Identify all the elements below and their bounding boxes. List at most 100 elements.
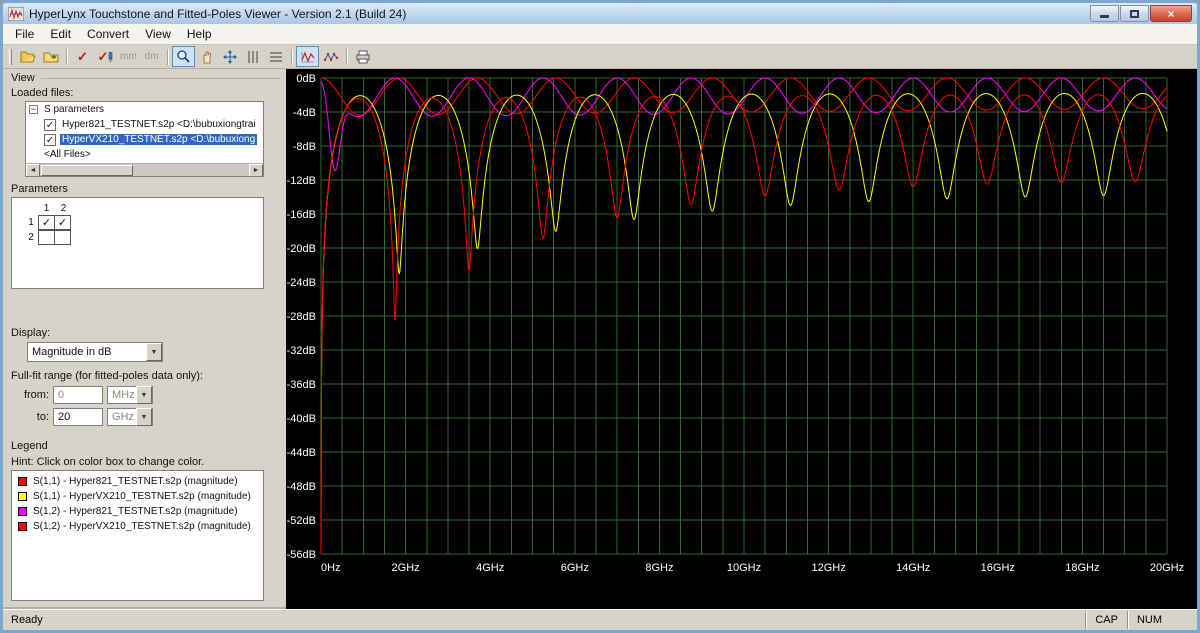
menu-file[interactable]: File: [7, 25, 42, 43]
svg-text:-36dB: -36dB: [287, 379, 316, 391]
matrix-cell-2-2[interactable]: [54, 230, 71, 245]
maximize-button[interactable]: [1120, 5, 1149, 22]
plot-canvas[interactable]: 0dB -4dB -8dB -12dB -16dB -20dB -24dB -28dB -32d…: [286, 69, 1197, 609]
menu-bar: File Edit Convert View Help: [3, 24, 1197, 45]
legend-color-swatch[interactable]: [18, 522, 27, 531]
close-icon: ×: [1167, 6, 1175, 21]
svg-text:-20dB: -20dB: [287, 243, 316, 255]
tree-horizontal-scrollbar[interactable]: ◄ ►: [26, 163, 263, 176]
plot-area[interactable]: 0dB -4dB -8dB -12dB -16dB -20dB -24dB -28dB -32d…: [286, 69, 1197, 609]
pan-button[interactable]: [195, 46, 218, 67]
print-button[interactable]: [351, 46, 374, 67]
close-button[interactable]: ×: [1150, 5, 1192, 22]
folder-import-icon: [43, 52, 58, 62]
legend-hint: Hint: Click on color box to change color…: [11, 456, 205, 468]
chevron-down-icon: ▼: [140, 391, 148, 399]
status-bar: Ready CAP NUM: [3, 609, 1197, 630]
dropdown-button[interactable]: ▼: [136, 408, 152, 426]
legend-color-swatch[interactable]: [18, 477, 27, 486]
show-curves-button[interactable]: [296, 46, 319, 67]
validate-passivity-button[interactable]: ✓: [71, 46, 94, 67]
matrix-row: 2: [24, 230, 263, 245]
validate-causality-button[interactable]: ✓: [94, 46, 117, 67]
import-file-button[interactable]: [39, 46, 62, 67]
svg-text:6GHz: 6GHz: [561, 562, 589, 574]
toolbar-separator: [66, 48, 67, 65]
title-bar[interactable]: HyperLynx Touchstone and Fitted-Poles Vi…: [3, 3, 1197, 24]
to-input[interactable]: 20: [53, 408, 103, 426]
svg-text:4GHz: 4GHz: [476, 562, 504, 574]
tree-root-s-parameters[interactable]: − S parameters: [26, 102, 263, 117]
matrix-cell-1-2[interactable]: ✓: [54, 215, 71, 230]
resize-grip[interactable]: [1171, 610, 1197, 630]
caption-divider: [40, 77, 280, 79]
file-checkbox[interactable]: ✓: [44, 133, 56, 146]
scrollbar-thumb[interactable]: [41, 164, 133, 176]
vertical-grid-button[interactable]: [241, 46, 264, 67]
scroll-left-icon[interactable]: ◄: [26, 163, 40, 176]
to-unit-dropdown[interactable]: GHz ▼: [107, 408, 153, 426]
printer-icon: [356, 50, 369, 63]
matrix-cell-1-1[interactable]: ✓: [38, 215, 55, 230]
hand-icon: [203, 51, 212, 64]
toolbar-separator: [167, 48, 168, 65]
legend-item: S(1,2) - HyperVX210_TESTNET.s2p (magnitu…: [12, 519, 263, 534]
menu-help[interactable]: Help: [179, 25, 220, 43]
from-unit-dropdown[interactable]: MHz ▼: [107, 386, 153, 404]
chevron-down-icon: ▼: [140, 413, 148, 421]
zoom-fit-button[interactable]: [218, 46, 241, 67]
collapse-icon[interactable]: −: [29, 105, 38, 114]
display-label: Display:: [11, 327, 51, 339]
matrix-cell-2-1[interactable]: [38, 230, 55, 245]
legend-item: S(1,2) - Hyper821_TESTNET.s2p (magnitude…: [12, 504, 263, 519]
svg-text:-32dB: -32dB: [287, 345, 316, 357]
dropdown-button[interactable]: ▼: [146, 343, 162, 361]
scroll-right-icon[interactable]: ►: [249, 163, 263, 176]
svg-text:-56dB: -56dB: [287, 549, 316, 561]
matrix-col-header: 2: [60, 202, 67, 214]
tree-all-files-label: <All Files>: [44, 149, 91, 160]
from-input[interactable]: 0: [53, 386, 103, 404]
from-row: from: 0 MHz ▼: [3, 385, 286, 405]
dropdown-button[interactable]: ▼: [136, 386, 152, 404]
sidebar: View Loaded files: − S parameters ✓ Hype…: [3, 69, 286, 609]
svg-text:8GHz: 8GHz: [645, 562, 673, 574]
tree-file-row[interactable]: ✓ HyperVX210_TESTNET.s2p <D:\bubuxiong: [26, 132, 263, 147]
show-fitted-points-button[interactable]: [319, 46, 342, 67]
loaded-files-label: Loaded files:: [11, 87, 74, 99]
svg-text:-40dB: -40dB: [287, 413, 316, 425]
minimize-button[interactable]: [1090, 5, 1119, 22]
check-icon: ✓: [97, 49, 109, 64]
open-folder-icon: [19, 51, 36, 62]
tree-file-row[interactable]: ✓ Hyper821_TESTNET.s2p <D:\bubuxiongtrai: [26, 117, 263, 132]
fit-arrows-icon: [222, 49, 237, 64]
app-window: HyperLynx Touchstone and Fitted-Poles Vi…: [0, 0, 1200, 633]
zoom-button[interactable]: [172, 46, 195, 67]
to-label: to:: [36, 411, 49, 423]
tree-file-label-selected: HyperVX210_TESTNET.s2p <D:\bubuxiong: [60, 134, 258, 145]
menu-convert[interactable]: Convert: [79, 25, 137, 43]
svg-text:20GHz: 20GHz: [1150, 562, 1184, 574]
menu-view[interactable]: View: [137, 25, 179, 43]
svg-text:-48dB: -48dB: [287, 481, 316, 493]
svg-text:-16dB: -16dB: [287, 209, 316, 221]
open-file-button[interactable]: [16, 46, 39, 67]
menu-edit[interactable]: Edit: [42, 25, 79, 43]
legend-color-swatch[interactable]: [18, 492, 27, 501]
toolbar-grip[interactable]: [9, 48, 12, 65]
matrix-row-header: 2: [28, 232, 34, 243]
units-mm-button[interactable]: mm: [117, 46, 140, 67]
legend-item-label: S(1,2) - Hyper821_TESTNET.s2p (magnitude…: [33, 506, 238, 517]
display-value: Magnitude in dB: [32, 346, 112, 358]
tree-all-files-row[interactable]: <All Files>: [26, 147, 263, 162]
curve-points-icon: [323, 52, 338, 61]
legend-list: S(1,1) - Hyper821_TESTNET.s2p (magnitude…: [11, 470, 264, 601]
horizontal-grid-button[interactable]: [264, 46, 287, 67]
display-dropdown[interactable]: Magnitude in dB ▼: [27, 342, 163, 362]
toolbar-separator: [291, 48, 292, 65]
svg-text:12GHz: 12GHz: [811, 562, 845, 574]
status-text: Ready: [11, 614, 43, 626]
file-checkbox[interactable]: ✓: [44, 118, 56, 131]
units-dm-button[interactable]: dm: [140, 46, 163, 67]
legend-color-swatch[interactable]: [18, 507, 27, 516]
